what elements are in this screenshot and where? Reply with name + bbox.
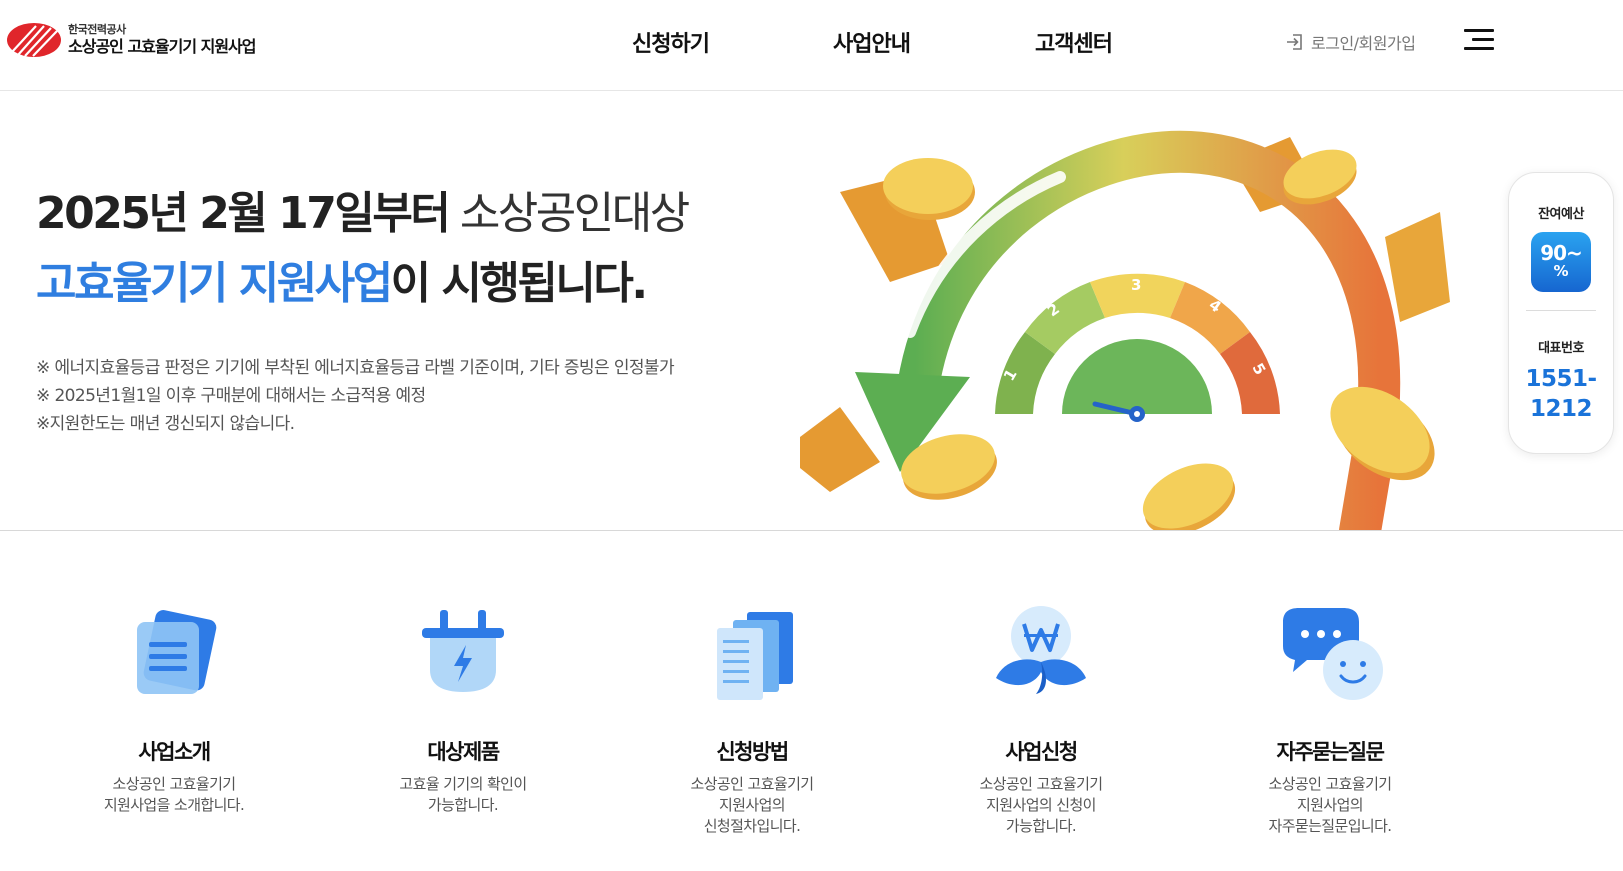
card-desc: 소상공인 고효율기기 지원사업의 신청이 가능합니다. xyxy=(979,775,1104,835)
card-title: 자주묻는질문 xyxy=(1276,740,1385,764)
card-desc: 소상공인 고효율기기 지원사업을 소개합니다. xyxy=(103,775,245,814)
card-business-intro[interactable]: 사업소개 소상공인 고효율기기 지원사업을 소개합니다. xyxy=(54,600,294,816)
nav-customer-center[interactable]: 고객센터 xyxy=(1035,26,1113,58)
nav-apply[interactable]: 신청하기 xyxy=(632,26,710,58)
hero-headline-1: 2025년 2월 17일부터 소상공인대상 xyxy=(36,188,690,239)
card-title: 대상제품 xyxy=(427,740,500,764)
budget-label: 잔여예산 xyxy=(1538,207,1584,222)
nav-business-info[interactable]: 사업안내 xyxy=(833,26,911,58)
login-icon xyxy=(1287,34,1302,50)
hero-headline-2: 고효율기기 지원사업이 시행됩니다. xyxy=(36,258,648,309)
card-desc: 소상공인 고효율기기 지원사업의 자주묻는질문입니다. xyxy=(1268,775,1393,835)
menu-hamburger-icon[interactable] xyxy=(1464,27,1494,51)
kepco-logo-icon xyxy=(7,23,61,57)
hero-note: ※ 2025년1월1일 이후 구매분에 대해서는 소급적용 예정 xyxy=(36,386,426,406)
coin-icon xyxy=(883,158,975,220)
login-label: 로그인/회원가입 xyxy=(1311,34,1416,53)
card-desc: 소상공인 고효율기기 지원사업의 신청절차입니다. xyxy=(690,775,815,835)
card-how-to-apply[interactable]: 신청방법 소상공인 고효율기기 지원사업의 신청절차입니다. xyxy=(632,600,872,837)
hero-notes: ※ 에너지효율등급 판정은 기기에 부착된 에너지효율등급 라벨 기준이며, 기… xyxy=(36,354,675,438)
card-target-products[interactable]: 대상제품 고효율 기기의 확인이 가능합니다. xyxy=(343,600,583,816)
won-plant-icon xyxy=(996,606,1086,694)
budget-badge: 90~ % xyxy=(1531,232,1591,292)
banknote-icon xyxy=(800,407,880,492)
card-title: 사업소개 xyxy=(138,740,211,764)
widget-divider xyxy=(1526,310,1596,311)
budget-value: 90~ xyxy=(1540,241,1583,265)
files-icon xyxy=(717,612,793,700)
logo-title: 소상공인 고효율기기 지원사업 xyxy=(68,37,257,56)
hero-note: ※지원한도는 매년 갱신되지 않습니다. xyxy=(36,414,295,434)
budget-unit: % xyxy=(1553,262,1569,280)
card-desc: 고효율 기기의 확인이 가능합니다. xyxy=(399,775,527,814)
card-title: 신청방법 xyxy=(716,740,789,764)
banknote-icon xyxy=(1385,212,1450,322)
document-icon xyxy=(137,610,217,694)
site-logo[interactable]: 한국전력공사 소상공인 고효율기기 지원사업 xyxy=(6,22,257,58)
phone-label: 대표번호 xyxy=(1538,341,1584,356)
coin-icon xyxy=(1142,463,1236,530)
logo-org-name: 한국전력공사 xyxy=(68,23,126,36)
hero-note: ※ 에너지효율등급 판정은 기기에 부착된 에너지효율등급 라벨 기준이며, 기… xyxy=(36,358,675,378)
hero-banner: 2025년 2월 17일부터 소상공인대상 고효율기기 지원사업이 시행됩니다.… xyxy=(0,92,1623,531)
gauge-label-3: 3 xyxy=(1131,276,1141,294)
chat-faq-icon xyxy=(1283,608,1383,700)
card-business-apply[interactable]: 사업신청 소상공인 고효율기기 지원사업의 신청이 가능합니다. xyxy=(921,600,1161,837)
quick-menu: 사업소개 소상공인 고효율기기 지원사업을 소개합니다. 대상제품 고효율 기기… xyxy=(0,600,1623,860)
quick-info-widget: 잔여예산 90~ % 대표번호 1551- 1212 xyxy=(1508,172,1614,454)
site-header: 한국전력공사 소상공인 고효율기기 지원사업 신청하기 사업안내 고객센터 로그… xyxy=(0,0,1623,91)
card-faq[interactable]: 자주묻는질문 소상공인 고효율기기 지원사업의 자주묻는질문입니다. xyxy=(1210,600,1450,837)
login-link[interactable]: 로그인/회원가입 xyxy=(1285,30,1416,54)
phone-number[interactable]: 1551- 1212 xyxy=(1509,364,1613,424)
plug-icon xyxy=(422,610,504,692)
card-title: 사업신청 xyxy=(1005,740,1078,764)
efficiency-gauge-illustration: 1 2 3 4 5 xyxy=(800,130,1450,530)
